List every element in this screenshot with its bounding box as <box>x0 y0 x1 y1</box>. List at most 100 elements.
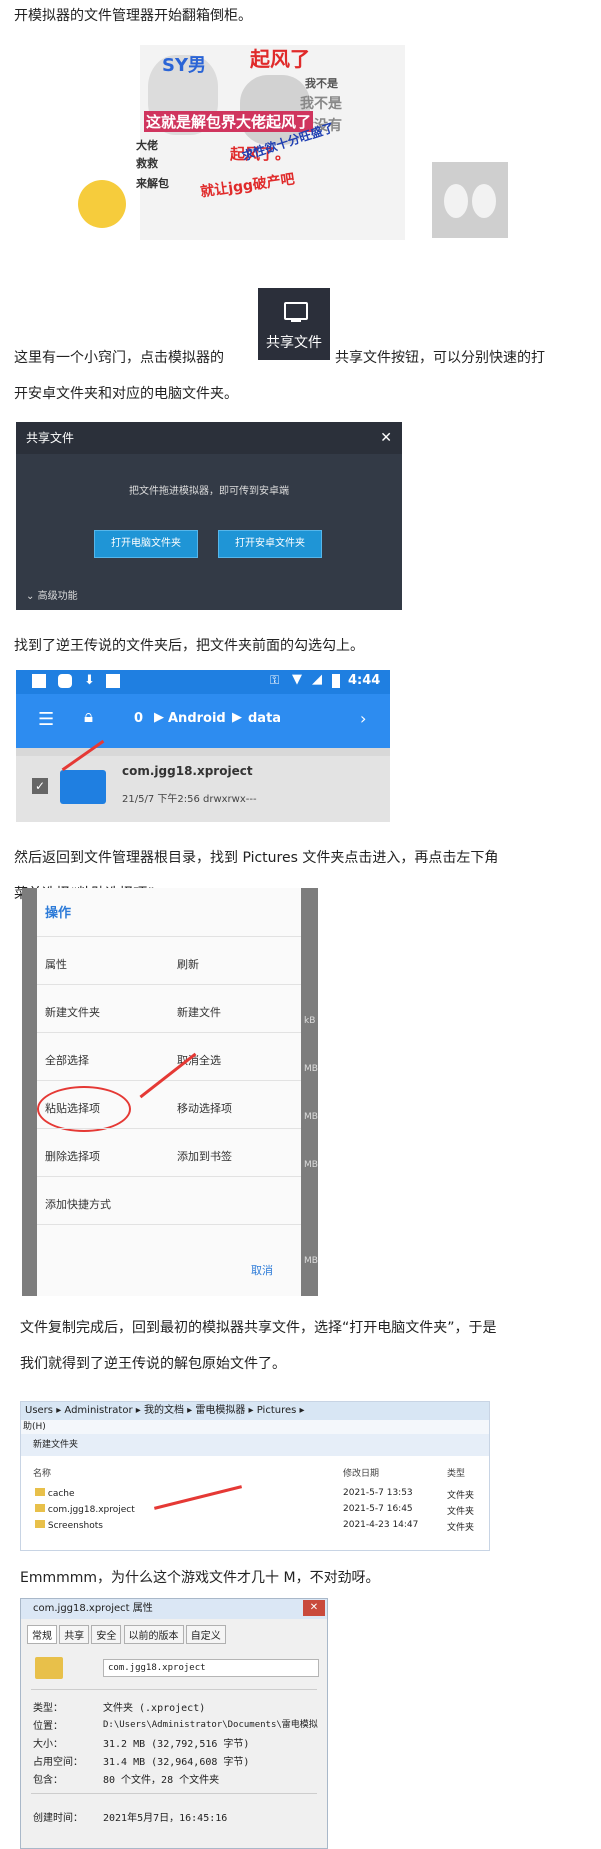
step-text: 文件复制完成后，回到最初的模拟器共享文件，选择“打开电脑文件夹”，于是 <box>20 1320 497 1336</box>
prop-value: 31.2 MB (32,792,516 字节) <box>103 1739 250 1750</box>
monitor-icon <box>284 302 308 320</box>
file-name: Screenshots <box>47 1521 103 1531</box>
breadcrumb-item[interactable]: 雷电模拟器 <box>195 1405 245 1416</box>
meme-caption: 我不是 <box>305 77 338 90</box>
file-date: 2021-5-7 16:45 <box>343 1504 413 1514</box>
advanced-toggle[interactable]: ⌄ 高级功能 <box>26 587 78 602</box>
duck-emoji-icon <box>78 180 126 228</box>
file-row[interactable]: Screenshots <box>35 1520 103 1531</box>
notification-icon <box>32 674 46 688</box>
tab-customize[interactable]: 自定义 <box>185 1625 226 1644</box>
prop-label: 位置： <box>33 1721 63 1732</box>
path-segment[interactable]: Android <box>168 711 226 726</box>
new-folder-button[interactable]: 新建文件夹 <box>21 1434 489 1456</box>
file-row[interactable]: com.jgg18.xproject <box>35 1504 135 1515</box>
tab-previous-versions[interactable]: 以前的版本 <box>123 1625 184 1644</box>
chevron-right-icon: ▶ <box>154 710 164 725</box>
menu-item-new-folder[interactable]: 新建文件夹 <box>45 1004 100 1020</box>
operations-card: 操作 属性 刷新 新建文件夹 新建文件 全部选择 取消全选 粘贴选择项 移动选择… <box>37 888 301 1296</box>
red-circle-annotation <box>37 1086 131 1132</box>
folder-name: com.jgg18.xproject <box>122 764 253 778</box>
signal-icon: ◢ <box>312 672 322 687</box>
column-date[interactable]: 修改日期 <box>343 1466 379 1479</box>
path-segment[interactable]: data <box>248 711 281 726</box>
wifi-icon: ▼ <box>292 672 302 687</box>
name-field[interactable]: com.jgg18.xproject <box>103 1659 319 1677</box>
dialog-title: com.jgg18.xproject 属性 <box>33 1603 153 1614</box>
prop-label: 占用空间： <box>33 1757 83 1768</box>
file-type: 文件夹 <box>447 1491 475 1501</box>
close-icon[interactable]: ✕ <box>303 1600 325 1616</box>
file-explorer-window: Users ▸ Administrator ▸ 我的文档 ▸ 雷电模拟器 ▸ P… <box>20 1401 490 1551</box>
menu-item-select-all[interactable]: 全部选择 <box>45 1052 89 1068</box>
breadcrumb-item[interactable]: Users <box>25 1405 53 1416</box>
checkbox-checked[interactable]: ✓ <box>32 778 48 794</box>
folder-icon <box>35 1657 63 1679</box>
intro-text: 开模拟器的文件管理器开始翻箱倒柜。 <box>14 8 252 24</box>
menu-item-shortcut[interactable]: 添加快捷方式 <box>45 1196 111 1212</box>
folder-icon <box>60 770 106 804</box>
size-unit: MB <box>304 1256 318 1266</box>
menu-item-bookmark[interactable]: 添加到书签 <box>177 1148 232 1164</box>
properties-dialog: com.jgg18.xproject 属性 ✕ 常规 共享 安全 以前的版本 自… <box>20 1598 328 1849</box>
menu-item-properties[interactable]: 属性 <box>45 956 67 972</box>
step-text: 然后返回到文件管理器根目录，找到 Pictures 文件夹点击进入，再点击左下角 <box>14 850 499 866</box>
meme-image: SY男 起风了 我不是 我不是 我没有 这就是解包界大佬起风了 起风了。 求性欲… <box>136 45 405 240</box>
breadcrumb[interactable]: Users ▸ Administrator ▸ 我的文档 ▸ 雷电模拟器 ▸ P… <box>21 1402 489 1420</box>
file-name: cache <box>47 1489 75 1499</box>
path-toolbar: ☰ 🔒︎ 0 ▶ Android ▶ data › <box>16 694 390 748</box>
menu-item-delete[interactable]: 删除选择项 <box>45 1148 100 1164</box>
size-unit: kB <box>304 1016 316 1026</box>
size-unit: MB <box>304 1160 318 1170</box>
file-row[interactable]: cache <box>35 1488 75 1499</box>
status-bar: ⬇ ⚿ ▼ ◢ 4:44 <box>16 670 390 694</box>
file-name: com.jgg18.xproject <box>47 1505 135 1515</box>
meme-caption: SY男 <box>162 55 206 76</box>
lock-icon[interactable]: 🔒︎ <box>84 707 93 727</box>
open-pc-folder-button[interactable]: 打开电脑文件夹 <box>94 530 198 558</box>
breadcrumb-item[interactable]: Pictures <box>257 1405 297 1416</box>
meme-caption: 救救 <box>136 157 158 170</box>
chevron-right-icon[interactable]: › <box>360 709 366 728</box>
prop-value: 80 个文件，28 个文件夹 <box>103 1775 220 1786</box>
file-date: 2021-5-7 13:53 <box>343 1488 413 1498</box>
file-type: 文件夹 <box>447 1507 475 1517</box>
android-file-manager: ⬇ ⚿ ▼ ◢ 4:44 ☰ 🔒︎ 0 ▶ Android ▶ data › ✓… <box>16 670 390 822</box>
menu-item-move[interactable]: 移动选择项 <box>177 1100 232 1116</box>
cancel-button[interactable]: 取消 <box>251 1262 273 1278</box>
clock-text: 4:44 <box>348 673 381 688</box>
list-item[interactable]: ✓ com.jgg18.xproject 21/5/7 下午2:56 drwxr… <box>16 756 390 822</box>
tab-general[interactable]: 常规 <box>27 1625 57 1644</box>
cat-icon <box>58 674 72 688</box>
meme-caption: 就让jgg破产吧 <box>199 171 296 201</box>
meme-caption: 这就是解包界大佬起风了 <box>144 111 314 132</box>
prop-label: 大小： <box>33 1739 63 1750</box>
key-icon: ⚿ <box>270 673 280 687</box>
closing-text: Emmmmm，为什么这个游戏文件才几十 M，不对劲呀。 <box>20 1570 380 1586</box>
dialog-title: 操作 <box>45 906 72 921</box>
breadcrumb-item[interactable]: 我的文档 <box>144 1405 184 1416</box>
open-android-folder-button[interactable]: 打开安卓文件夹 <box>218 530 322 558</box>
menu-icon[interactable]: ☰ <box>38 709 54 730</box>
menu-item-refresh[interactable]: 刷新 <box>177 956 199 972</box>
size-unit: MB <box>304 1064 318 1074</box>
column-type[interactable]: 类型 <box>447 1466 465 1479</box>
meme-caption: 起风了 <box>250 47 310 71</box>
notification-icon <box>106 674 120 688</box>
prop-value: 31.4 MB (32,964,608 字节) <box>103 1757 250 1768</box>
menu-item-new-file[interactable]: 新建文件 <box>177 1004 221 1020</box>
size-unit: MB <box>304 1112 318 1122</box>
tab-sharing[interactable]: 共享 <box>59 1625 90 1644</box>
red-arrow-annotation <box>139 1052 197 1099</box>
tab-security[interactable]: 安全 <box>91 1625 122 1644</box>
download-icon: ⬇ <box>84 673 95 688</box>
close-icon[interactable]: ✕ <box>380 422 392 454</box>
folder-meta: 21/5/7 下午2:56 drwxrwx--- <box>122 794 257 805</box>
dialog-header: com.jgg18.xproject 属性 ✕ <box>21 1599 327 1619</box>
breadcrumb-item[interactable]: Administrator <box>64 1405 132 1416</box>
tip-text: 开安卓文件夹和对应的电脑文件夹。 <box>14 386 238 402</box>
menu-bar[interactable]: 助(H) <box>21 1420 489 1434</box>
column-name[interactable]: 名称 <box>33 1466 51 1479</box>
share-files-button[interactable]: 共享文件 <box>258 288 330 360</box>
tip-text: 共享文件按钮，可以分别快速的打 <box>335 350 545 366</box>
